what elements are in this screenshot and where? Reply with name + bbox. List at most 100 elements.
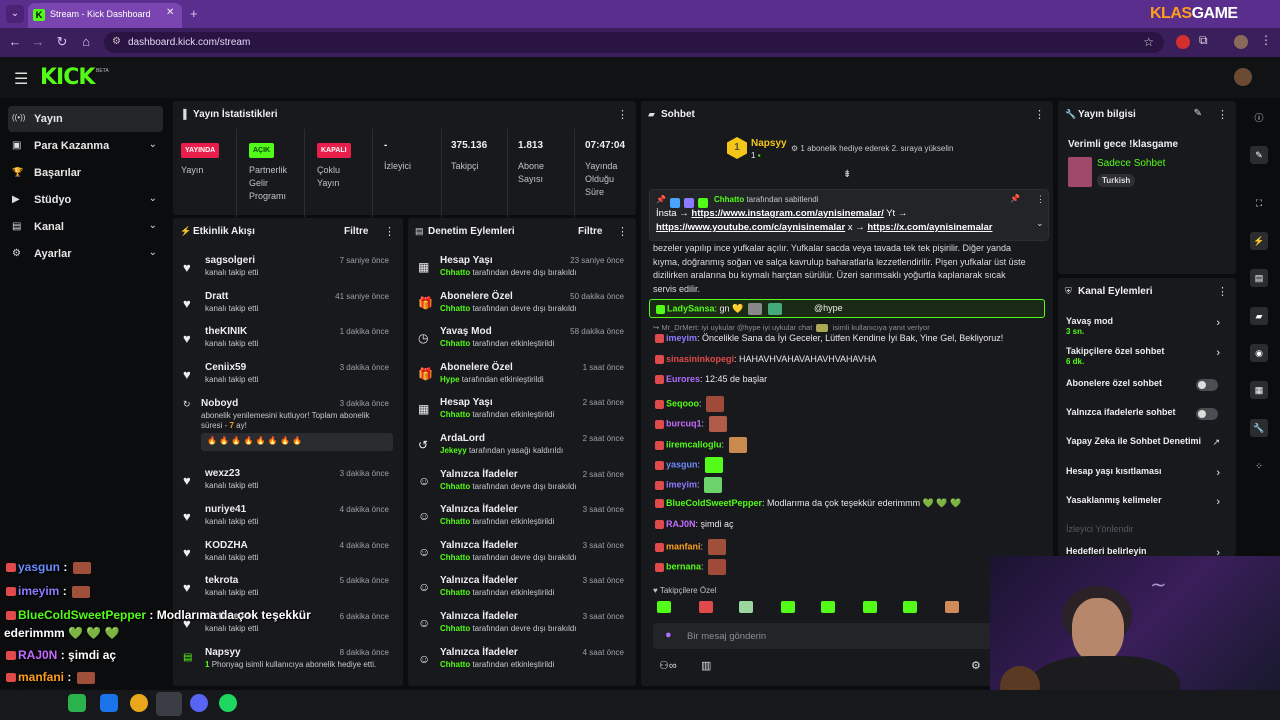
chat-message[interactable]: RAJ0N: şimdi aç [653, 519, 734, 530]
lightning-icon[interactable]: ⚡ [1250, 232, 1268, 250]
list-item[interactable]: ♥ sagsolgeri kanalı takip etti 7 saniye önc… [173, 252, 399, 288]
chat-message[interactable]: Seqooo: [653, 396, 726, 412]
chat-message[interactable]: burcuq1: [653, 416, 729, 432]
chat-username[interactable]: yasgun [666, 459, 698, 469]
stream-info-icon[interactable]: ▦ [1250, 381, 1268, 399]
chat-message[interactable]: imeyim: [653, 477, 724, 493]
more-options-icon[interactable]: ⋮ [1217, 108, 1228, 121]
more-options-icon[interactable]: ⋮ [1034, 108, 1045, 121]
close-tab-icon[interactable]: ✕ [166, 7, 174, 18]
list-item[interactable]: ☺ Yalnızca İfadeler Chhatto tarafından dev… [408, 537, 634, 573]
emote-icon[interactable] [657, 601, 671, 613]
more-options-icon[interactable]: ⋮ [1217, 285, 1228, 298]
chat-username[interactable]: imeyim [666, 479, 697, 489]
instagram-link[interactable]: https://www.instagram.com/aynisinemalar/ [691, 208, 883, 219]
steam-icon[interactable] [156, 692, 182, 716]
emote-icon[interactable] [739, 601, 753, 613]
chat-username[interactable]: bernana [666, 561, 701, 571]
chat-username[interactable]: Eurores [666, 374, 700, 384]
toggle-switch[interactable] [1196, 408, 1218, 420]
reload-icon[interactable]: ↻ [53, 34, 71, 50]
chat-message[interactable]: iiremcalioglu: [653, 437, 749, 453]
list-item[interactable]: ♥ nuriye41 kanalı takip etti 4 dakika önce [173, 501, 399, 537]
emote-icon[interactable] [863, 601, 877, 613]
chat-settings-icon[interactable]: ⚙ [971, 659, 981, 672]
channel-action[interactable]: Hedefleri belirleyin › [1058, 542, 1228, 556]
list-item[interactable]: ☺ Yalnızca İfadeler Chhatto tarafından etk… [408, 501, 634, 537]
list-item-resub[interactable]: ↻ Noboyd 3 dakika önce abonelik yenileme… [173, 395, 399, 465]
site-info-icon[interactable]: ⚙ [112, 36, 121, 47]
more-options-icon[interactable]: ⋮ [617, 225, 628, 238]
list-item[interactable]: ☺ Yalnızca İfadeler Chhatto tarafından dev… [408, 608, 634, 644]
highlighted-message[interactable]: LadySansa: gn 💛 @hype [649, 299, 1045, 318]
chat-username[interactable]: burcuq1 [666, 418, 702, 428]
address-bar[interactable]: ⚙ dashboard.kick.com/stream ☆ [104, 32, 1164, 53]
list-item[interactable]: ♥ wexz23 kanalı takip etti 3 dakika önce [173, 465, 399, 501]
mic-icon[interactable]: ● [665, 629, 672, 641]
broadcast-icon[interactable]: ◉ [1250, 344, 1268, 362]
chat-username[interactable]: BlueColdSweetPepper [666, 498, 762, 508]
store-icon[interactable]: ▥ [701, 659, 711, 672]
youtube-link[interactable]: https://www.youtube.com/c/aynisinemalar [656, 222, 845, 233]
chat-icon[interactable]: ▰ [1250, 307, 1268, 325]
chat-username[interactable]: sinasininkopegi [666, 354, 734, 364]
more-options-icon[interactable]: ⋮ [617, 108, 628, 121]
toggle-switch[interactable] [1196, 379, 1218, 391]
list-item[interactable]: ☺ Yalnızca İfadeler Chhatto tarafından dev… [408, 466, 634, 502]
kick-logo[interactable]: KICK [40, 65, 95, 90]
top-gifter-name[interactable]: Napsyy [751, 138, 787, 149]
x-link[interactable]: https://x.com/aynisinemalar [867, 222, 992, 233]
nav-item-basarilar[interactable]: 🏆 Başarılar [8, 160, 163, 186]
list-item[interactable]: ▦ Hesap Yaşı Chhatto tarafından etkinleşti… [408, 394, 634, 430]
spotify-icon[interactable] [219, 694, 237, 712]
emote-icon[interactable] [945, 601, 959, 613]
chat-message[interactable]: yasgun: [653, 457, 725, 473]
chrome-icon[interactable] [130, 694, 148, 712]
channel-action[interactable]: Hesap yaşı kısıtlaması › [1058, 462, 1228, 492]
log-icon[interactable]: ▤ [1250, 269, 1268, 287]
discord-icon[interactable] [190, 694, 208, 712]
filter-button[interactable]: Filtre [578, 226, 602, 237]
browser-menu-icon[interactable]: ⋮ [1260, 33, 1272, 47]
list-item[interactable]: ◷ Yavaş Mod Chhatto tarafından etkinleştir… [408, 323, 634, 359]
chat-username[interactable]: Seqooo [666, 398, 699, 408]
list-item[interactable]: ☺ Yalnızca İfadeler Chhatto tarafından etk… [408, 572, 634, 608]
list-item[interactable]: ☺ Yalnızca İfadeler Chhatto tarafından etk… [408, 644, 634, 680]
list-item[interactable]: ♥ Ceniix59 kanalı takip etti 3 dakika önce [173, 359, 399, 395]
new-tab-button[interactable]: + [190, 6, 198, 21]
chat-message[interactable]: BlueColdSweetPepper: Modlarıma da çok te… [653, 498, 961, 509]
chat-username[interactable]: RAJ0N [666, 519, 696, 529]
reply-context[interactable]: ↪ Mr_DrMert: iyi uykular @hype iyi uykul… [653, 323, 930, 333]
channel-action[interactable]: Yavaş mod 3 sn. › [1058, 312, 1228, 342]
browser-tab-active[interactable]: K Stream - Kick Dashboard ✕ [28, 3, 182, 28]
channel-action[interactable]: Takipçilere özel sohbet 6 dk. › [1058, 342, 1228, 372]
filter-button[interactable]: Filtre [344, 226, 368, 237]
chat-message[interactable]: sinasininkopegi: HAHAVHVAHAVAHAVHVAHAVHA [653, 354, 876, 365]
category-link[interactable]: Sadece Sohbet [1097, 158, 1165, 169]
list-item[interactable]: ♥ theKINIK kanalı takip etti 1 dakika önce [173, 323, 399, 359]
pinned-message[interactable]: 📌 Chhatto tarafından sabitlendi 📌 ⋮ İnst… [649, 189, 1049, 241]
nav-item-studyo[interactable]: ▶ Stüdyo ⌄ [8, 187, 163, 213]
edit-icon[interactable]: ✎ [1250, 146, 1268, 164]
emote-icon[interactable] [699, 601, 713, 613]
more-options-icon[interactable]: ⋮ [1036, 194, 1045, 205]
back-icon[interactable]: ← [6, 34, 24, 49]
chat-username[interactable]: LadySansa [667, 303, 715, 313]
profile-avatar[interactable] [1234, 35, 1248, 49]
taskbar-app-icon[interactable] [68, 694, 86, 712]
emote-icon[interactable] [821, 601, 835, 613]
wrench-icon[interactable]: 🔧 [1250, 419, 1268, 437]
chevron-down-icon[interactable]: ⌄ [1036, 218, 1044, 229]
chat-input[interactable]: ● Bir mesaj gönderin [653, 623, 1043, 649]
extensions-puzzle-icon[interactable]: ⧉ [1199, 33, 1208, 48]
nav-item-ayarlar[interactable]: ⚙ Ayarlar ⌄ [8, 241, 163, 267]
list-item[interactable]: ▦ Hesap Yaşı Chhatto tarafından devre dışı… [408, 252, 634, 288]
emote-icon[interactable] [781, 601, 795, 613]
chat-message[interactable]: imeyim: Öncelikle Sana da İyi Geceler, L… [653, 333, 1003, 344]
channel-action[interactable]: Yalnızca ifadelerle sohbet [1058, 403, 1228, 433]
unpin-icon[interactable]: 📌 [1010, 194, 1020, 203]
list-item[interactable]: ↺ ArdaLord Jekeyy tarafından yasağı kaldır… [408, 430, 634, 466]
expand-icon[interactable]: ⛶ [1250, 194, 1268, 212]
hamburger-menu-icon[interactable]: ☰ [14, 69, 28, 89]
category-thumbnail[interactable] [1068, 157, 1092, 187]
